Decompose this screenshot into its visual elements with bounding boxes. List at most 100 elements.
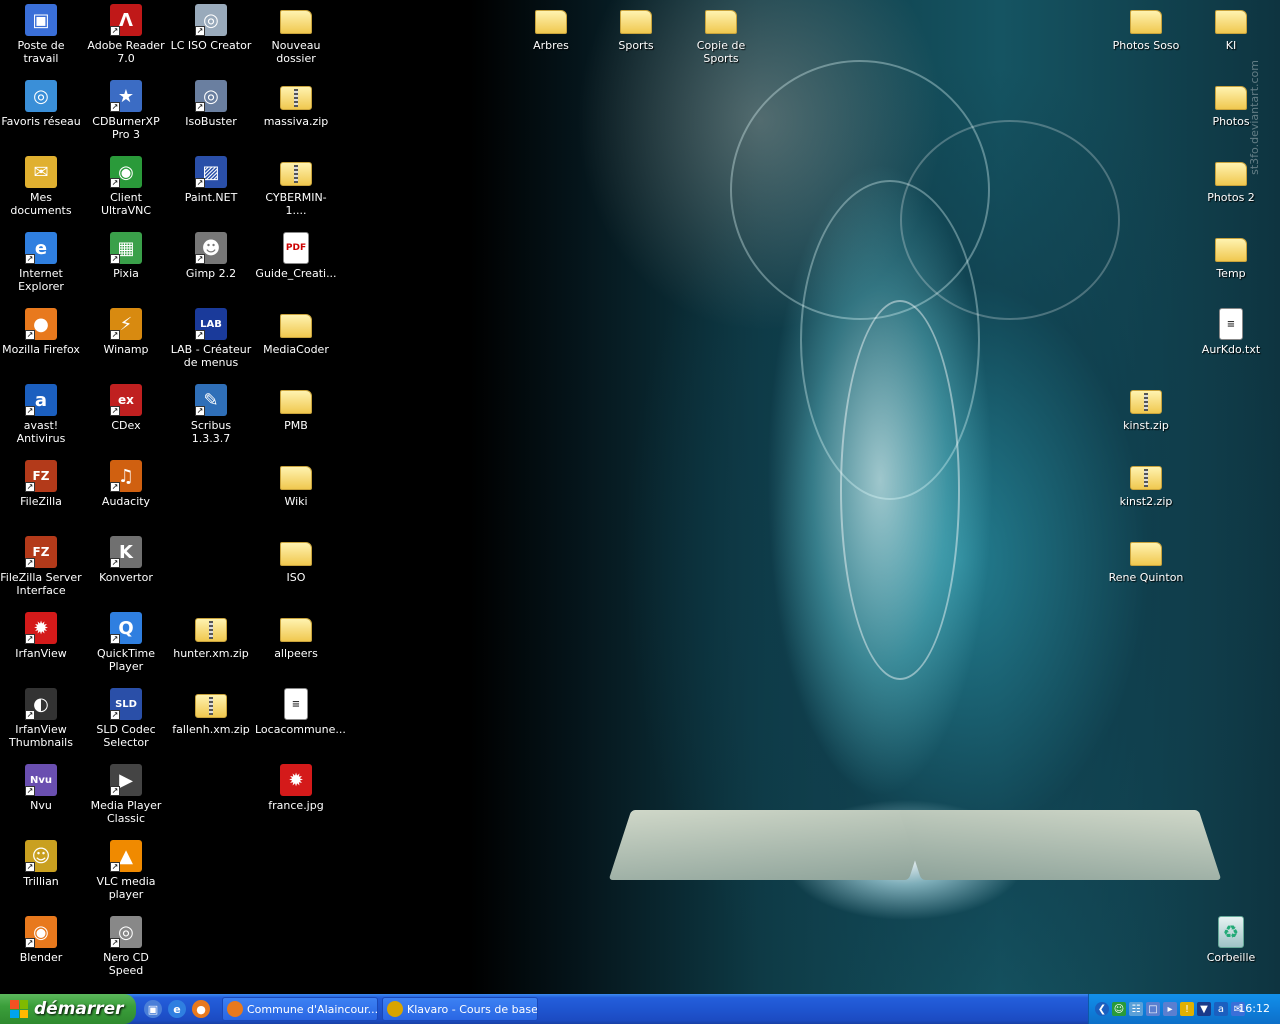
desktop-icon[interactable]: ▲ ↗ VLC media player bbox=[85, 838, 167, 910]
desktop-icon[interactable]: allpeers bbox=[255, 610, 337, 682]
zip-folder-icon bbox=[280, 162, 312, 186]
quick-launch-show-desktop-icon[interactable]: ▣ bbox=[144, 1000, 162, 1018]
volume-icon[interactable]: ▸ bbox=[1163, 1002, 1177, 1016]
desktop-icon[interactable]: PMB bbox=[255, 382, 337, 454]
desktop-icon-label: kinst.zip bbox=[1123, 419, 1169, 432]
desktop-icon[interactable]: kinst2.zip bbox=[1105, 458, 1187, 530]
desktop-icon[interactable]: Photos 2 bbox=[1190, 154, 1272, 226]
show-hidden-chevron-icon[interactable]: ❮ bbox=[1095, 1002, 1109, 1016]
desktop-icon[interactable]: ☺ ↗ Trillian bbox=[0, 838, 82, 910]
shortcut-arrow-icon: ↗ bbox=[195, 330, 205, 340]
desktop[interactable]: st3fo.deviantart.com ▣ Poste de travail ◎ F… bbox=[0, 0, 1280, 994]
desktop-icon[interactable]: FZ ↗ FileZilla bbox=[0, 458, 82, 530]
desktop-icon[interactable]: ♻ Corbeille bbox=[1190, 914, 1272, 986]
desktop-icon[interactable]: ✹ france.jpg bbox=[255, 762, 337, 834]
desktop-icon[interactable]: Arbres bbox=[510, 2, 592, 74]
desktop-icon[interactable]: K ↗ Konvertor bbox=[85, 534, 167, 606]
desktop-icon[interactable]: ◉ ↗ Client UltraVNC bbox=[85, 154, 167, 226]
desktop-icon[interactable]: LAB ↗ LAB - Créateur de menus bbox=[170, 306, 252, 378]
desktop-icon[interactable]: ≡ AurKdo.txt bbox=[1190, 306, 1272, 378]
desktop-icon[interactable]: ▶ ↗ Media Player Classic bbox=[85, 762, 167, 834]
shortcut-arrow-icon: ↗ bbox=[110, 710, 120, 720]
desktop-icon[interactable]: a ↗ avast! Antivirus bbox=[0, 382, 82, 454]
desktop-icon[interactable]: ◎ ↗ Nero CD Speed bbox=[85, 914, 167, 986]
desktop-icon[interactable]: Sports bbox=[595, 2, 677, 74]
shortcut-arrow-icon: ↗ bbox=[25, 938, 35, 948]
recycle-bin-icon: ♻ bbox=[1218, 916, 1244, 948]
desktop-icon[interactable]: SLD ↗ SLD Codec Selector bbox=[85, 686, 167, 758]
desktop-icon[interactable]: Q ↗ QuickTime Player bbox=[85, 610, 167, 682]
desktop-icon[interactable]: ≡ Locacommune... bbox=[255, 686, 346, 758]
zip-folder-icon bbox=[1130, 390, 1162, 414]
desktop-icon[interactable]: massiva.zip bbox=[255, 78, 337, 150]
desktop-icon-label: LC ISO Creator bbox=[170, 39, 252, 52]
desktop-icon[interactable]: Temp bbox=[1190, 230, 1272, 302]
desktop-icon[interactable]: KI bbox=[1190, 2, 1272, 74]
desktop-icon[interactable]: ▦ ↗ Pixia bbox=[85, 230, 167, 302]
desktop-icon[interactable]: Wiki bbox=[255, 458, 337, 530]
desktop-icon[interactable]: ◎ Favoris réseau bbox=[0, 78, 82, 150]
shield-icon[interactable]: ▼ bbox=[1197, 1002, 1211, 1016]
task-button[interactable]: Klavaro - Cours de base bbox=[382, 997, 538, 1021]
messenger-icon[interactable]: ☺ bbox=[1112, 1002, 1126, 1016]
shortcut-arrow-icon: ↗ bbox=[25, 330, 35, 340]
desktop-icon-label: hunter.xm.zip bbox=[173, 647, 249, 660]
system-tray: ❮ ☺ ☷ □ ▸! ▼ a ✉ 16:12 bbox=[1088, 994, 1280, 1024]
antivirus-icon[interactable]: a bbox=[1214, 1002, 1228, 1016]
desktop-icon[interactable]: ISO bbox=[255, 534, 337, 606]
shortcut-arrow-icon: ↗ bbox=[110, 558, 120, 568]
desktop-icon[interactable]: FZ ↗ FileZilla Server Interface bbox=[0, 534, 82, 606]
desktop-icon[interactable]: ✉ Mes documents bbox=[0, 154, 82, 226]
desktop-icon[interactable]: hunter.xm.zip bbox=[170, 610, 252, 682]
desktop-icon[interactable]: Copie de Sports bbox=[680, 2, 762, 74]
desktop-icon[interactable]: ▨ ↗ Paint.NET bbox=[170, 154, 252, 226]
display-icon[interactable]: □ bbox=[1146, 1002, 1160, 1016]
desktop-icon[interactable]: ☻ ↗ Gimp 2.2 bbox=[170, 230, 252, 302]
desktop-icon-label: Scribus 1.3.3.7 bbox=[190, 419, 232, 445]
shortcut-arrow-icon: ↗ bbox=[25, 558, 35, 568]
desktop-icon[interactable]: MediaCoder bbox=[255, 306, 337, 378]
desktop-icon-label: france.jpg bbox=[268, 799, 324, 812]
shortcut-arrow-icon: ↗ bbox=[110, 634, 120, 644]
quick-launch-firefox-icon[interactable]: ● bbox=[192, 1000, 210, 1018]
desktop-icon[interactable]: ◉ ↗ Blender bbox=[0, 914, 82, 986]
desktop-icon[interactable]: ◎ ↗ LC ISO Creator bbox=[170, 2, 252, 74]
security-warning-icon[interactable]: ! bbox=[1180, 1002, 1194, 1016]
desktop-icon[interactable]: ★ ↗ CDBurnerXP Pro 3 bbox=[85, 78, 167, 150]
desktop-icon[interactable]: e ↗ Internet Explorer bbox=[0, 230, 82, 302]
shortcut-arrow-icon: ↗ bbox=[195, 254, 205, 264]
desktop-icon[interactable]: ◎ ↗ IsoBuster bbox=[170, 78, 252, 150]
desktop-icon-label: Client UltraVNC bbox=[100, 191, 152, 217]
desktop-icon[interactable]: ● ↗ Mozilla Firefox bbox=[0, 306, 82, 378]
desktop-icon-label: Blender bbox=[19, 951, 63, 964]
shortcut-arrow-icon: ↗ bbox=[25, 254, 35, 264]
desktop-icon[interactable]: Photos bbox=[1190, 78, 1272, 150]
desktop-icon[interactable]: ✎ ↗ Scribus 1.3.3.7 bbox=[170, 382, 252, 454]
desktop-icon[interactable]: Photos Soso bbox=[1105, 2, 1187, 74]
desktop-icon[interactable]: ◐ ↗ IrfanView Thumbnails bbox=[0, 686, 82, 758]
desktop-icon[interactable]: ♫ ↗ Audacity bbox=[85, 458, 167, 530]
desktop-icon[interactable]: kinst.zip bbox=[1105, 382, 1187, 454]
clock[interactable]: 16:12 bbox=[1238, 1002, 1270, 1015]
desktop-icon[interactable]: ex ↗ CDex bbox=[85, 382, 167, 454]
desktop-icon-label: PMB bbox=[284, 419, 308, 432]
network-icon[interactable]: ☷ bbox=[1129, 1002, 1143, 1016]
desktop-icon[interactable]: Rene Quinton bbox=[1105, 534, 1187, 606]
start-button[interactable]: démarrer bbox=[0, 994, 136, 1024]
folder-icon bbox=[280, 10, 312, 34]
desktop-icon[interactable]: CYBERMIN-1.... bbox=[255, 154, 337, 226]
desktop-icon[interactable]: Nouveau dossier bbox=[255, 2, 337, 74]
task-button[interactable]: Commune d'Alaincour... bbox=[222, 997, 378, 1021]
desktop-icon[interactable]: PDF Guide_Creati... bbox=[255, 230, 337, 302]
desktop-icon[interactable]: Λ ↗ Adobe Reader 7.0 bbox=[85, 2, 167, 74]
desktop-icon-label: Winamp bbox=[103, 343, 149, 356]
desktop-icon[interactable]: ▣ Poste de travail bbox=[0, 2, 82, 74]
quick-launch-internet-explorer-icon[interactable]: e bbox=[168, 1000, 186, 1018]
pdf-file-icon: PDF bbox=[283, 232, 309, 264]
desktop-icon[interactable]: ✹ ↗ IrfanView bbox=[0, 610, 82, 682]
desktop-icon[interactable]: Nvu ↗ Nvu bbox=[0, 762, 82, 834]
desktop-icon[interactable]: fallenh.xm.zip bbox=[170, 686, 252, 758]
desktop-icon-label: LAB - Créateur de menus bbox=[170, 343, 252, 369]
desktop-icon[interactable]: ⚡ ↗ Winamp bbox=[85, 306, 167, 378]
shortcut-arrow-icon: ↗ bbox=[25, 710, 35, 720]
